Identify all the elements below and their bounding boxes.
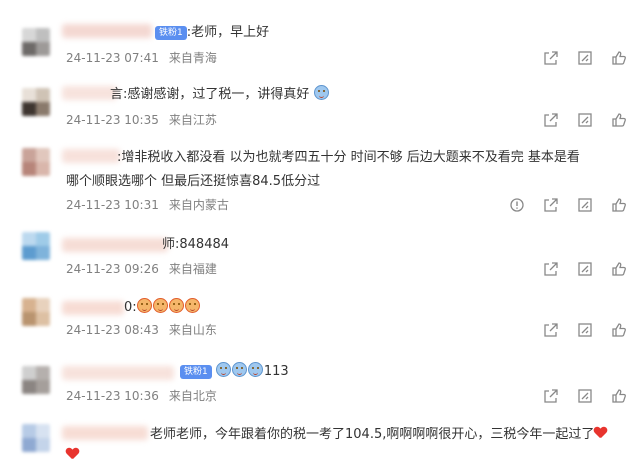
share-icon[interactable] xyxy=(543,388,559,404)
share-icon[interactable] xyxy=(543,112,559,128)
smile-emoji-icon xyxy=(168,298,184,313)
avatar[interactable] xyxy=(22,366,50,394)
like-icon[interactable] xyxy=(611,261,627,277)
comment-text: 113 xyxy=(263,364,289,379)
like-icon[interactable] xyxy=(611,197,627,213)
heart-icon xyxy=(66,448,78,460)
username-blurred[interactable] xyxy=(62,86,117,100)
comment-item: 铁粉1 113 24-11-23 10:36 来自北京 xyxy=(0,352,641,418)
smile-emoji-icon xyxy=(215,362,231,377)
username-blurred[interactable] xyxy=(62,426,148,440)
comment-date: 24-11-23 10:31 xyxy=(66,198,159,212)
reply-icon[interactable] xyxy=(577,322,593,338)
comment-text: :老师，早上好 xyxy=(186,25,270,40)
comment-date: 24-11-23 08:43 xyxy=(66,323,159,337)
comment-location: 来自福建 xyxy=(168,262,217,276)
comment-location: 来自青海 xyxy=(168,51,217,65)
smile-emoji-icon xyxy=(313,85,329,100)
reply-icon[interactable] xyxy=(577,261,593,277)
share-icon[interactable] xyxy=(543,322,559,338)
avatar[interactable] xyxy=(22,298,50,326)
like-icon[interactable] xyxy=(611,50,627,66)
comment-text: 老师老师，今年跟着你的税一考了104.5,啊啊啊啊很开心，三税今年一起过了 xyxy=(150,427,595,442)
comment-location: 来自内蒙古 xyxy=(168,198,229,212)
share-icon[interactable] xyxy=(543,261,559,277)
comment-item: 老师老师，今年跟着你的税一考了104.5,啊啊啊啊很开心，三税今年一起过了 xyxy=(0,418,641,458)
smile-emoji-icon xyxy=(136,298,152,313)
reply-icon[interactable] xyxy=(577,197,593,213)
username-blurred[interactable] xyxy=(62,366,174,380)
username-blurred[interactable] xyxy=(62,24,152,38)
comment-item: 铁粉1:老师，早上好 24-11-23 07:41 来自青海 xyxy=(0,0,641,70)
comment-text-line2: 哪个顺眼选哪个 但最后还挺惊喜84.5低分过 xyxy=(66,174,321,189)
comment-text: :增非税收入都没看 以为也就考四五十分 时间不够 后边大题来不及看完 基本是看 xyxy=(117,150,580,165)
smile-emoji-icon xyxy=(152,298,168,313)
comment-item: 0: 24-11-23 08:43 来自山东 xyxy=(0,290,641,352)
comment-item: :增非税收入都没看 以为也就考四五十分 时间不够 后边大题来不及看完 基本是看 … xyxy=(0,140,641,224)
avatar[interactable] xyxy=(22,232,50,260)
comment-item: 师:848484 24-11-23 09:26 来自福建 xyxy=(0,224,641,290)
comment-location: 来自江苏 xyxy=(168,113,217,127)
comment-item: 言:感谢感谢，过了税一，讲得真好 24-11-23 10:35 来自江苏 xyxy=(0,70,641,140)
heart-icon xyxy=(594,427,606,439)
avatar[interactable] xyxy=(22,88,50,116)
comment-text: 0: xyxy=(124,300,137,315)
like-icon[interactable] xyxy=(611,322,627,338)
smile-emoji-icon xyxy=(231,362,247,377)
avatar[interactable] xyxy=(22,424,50,452)
comment-date: 24-11-23 10:35 xyxy=(66,113,159,127)
reply-icon[interactable] xyxy=(577,112,593,128)
share-icon[interactable] xyxy=(543,197,559,213)
username-blurred[interactable] xyxy=(62,149,120,163)
like-icon[interactable] xyxy=(611,112,627,128)
comment-location: 来自北京 xyxy=(168,389,217,403)
comment-date: 24-11-23 07:41 xyxy=(66,51,159,65)
report-icon[interactable] xyxy=(509,197,525,213)
reply-icon[interactable] xyxy=(577,50,593,66)
smile-emoji-icon xyxy=(184,298,200,313)
fan-badge: 铁粉1 xyxy=(155,26,187,40)
avatar[interactable] xyxy=(22,148,50,176)
smile-emoji-icon xyxy=(247,362,263,377)
comment-text: 言:感谢感谢，过了税一，讲得真好 xyxy=(110,87,310,102)
share-icon[interactable] xyxy=(543,50,559,66)
fan-badge: 铁粉1 xyxy=(180,365,212,379)
username-blurred[interactable] xyxy=(62,301,124,315)
comment-location: 来自山东 xyxy=(168,323,217,337)
comment-date: 24-11-23 09:26 xyxy=(66,262,159,276)
username-blurred[interactable] xyxy=(62,238,168,252)
comment-date: 24-11-23 10:36 xyxy=(66,389,159,403)
like-icon[interactable] xyxy=(611,388,627,404)
comment-text: 师:848484 xyxy=(162,237,230,252)
avatar[interactable] xyxy=(22,28,50,56)
reply-icon[interactable] xyxy=(577,388,593,404)
